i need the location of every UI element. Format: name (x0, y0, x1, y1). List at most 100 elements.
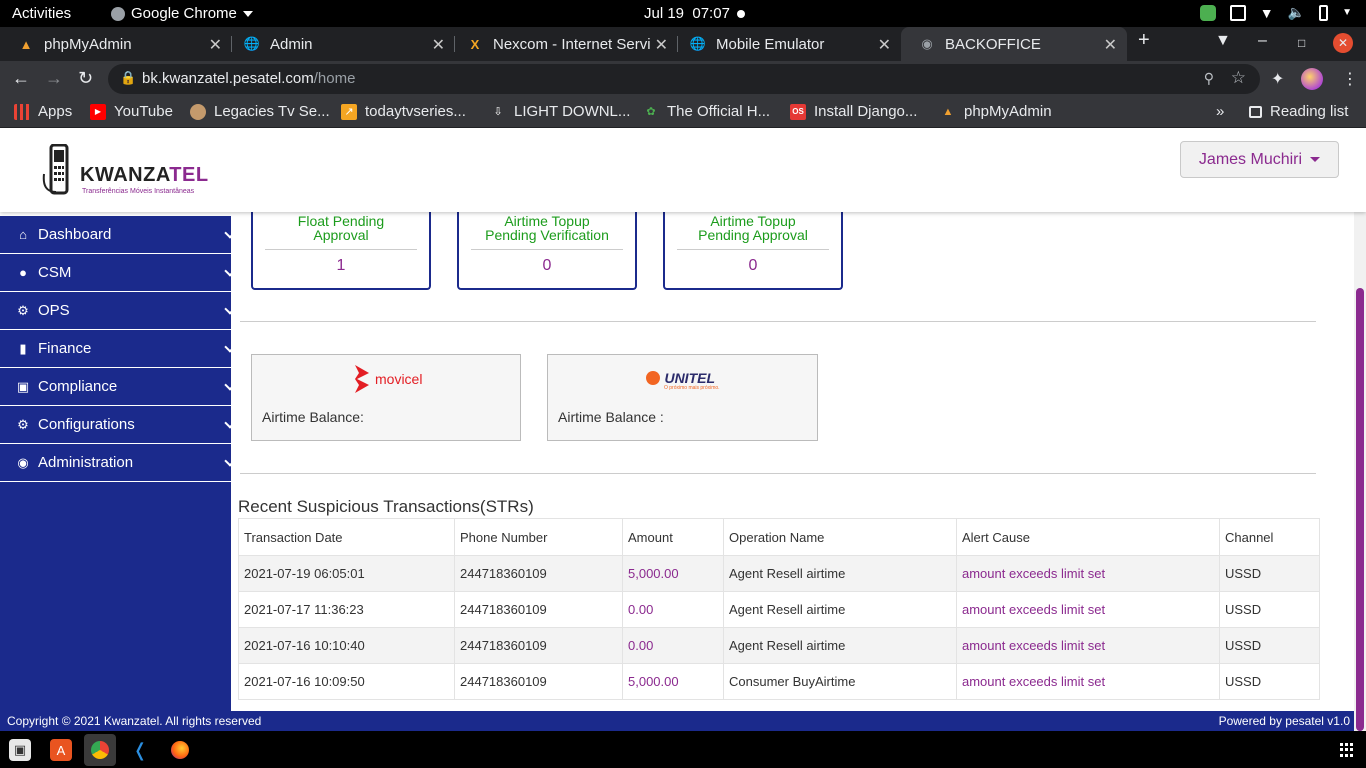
gear-icon: ⚙ (17, 302, 29, 318)
activities-button[interactable]: Activities (12, 5, 71, 22)
close-tab-icon[interactable]: ✕ (209, 35, 222, 55)
table-row: 2021-07-19 06:05:01 244718360109 5,000.0… (238, 555, 1320, 592)
extensions-icon[interactable]: ✦ (1271, 69, 1284, 89)
book-icon: ▮ (19, 340, 27, 356)
close-tab-icon[interactable]: ✕ (432, 35, 445, 55)
page-scrollbar[interactable] (1354, 212, 1366, 731)
lock-icon[interactable]: 🔒 (120, 70, 136, 86)
bookmark-install-django[interactable]: OS Install Django... (790, 103, 917, 120)
tab-mobile-emulator[interactable]: 🌐 Mobile Emulator ✕ (672, 27, 901, 61)
software-icon[interactable]: A (50, 739, 72, 761)
vscode-icon[interactable]: ❬ (129, 739, 151, 761)
key-icon[interactable]: ⚲ (1204, 70, 1214, 87)
minimize-button[interactable]: – (1258, 32, 1267, 50)
url-text[interactable]: bk.kwanzatel.pesatel.com/home (142, 70, 355, 87)
column-header[interactable]: Operation Name (723, 518, 957, 556)
sidebar-item-ops[interactable]: ⚙ OPS (0, 292, 236, 330)
tab-admin[interactable]: 🌐 Admin ✕ (226, 27, 455, 61)
battery-icon[interactable] (1319, 4, 1329, 21)
column-header[interactable]: Transaction Date (238, 518, 455, 556)
scrollbar-thumb[interactable] (1356, 288, 1364, 731)
download-icon: ⇩ (493, 106, 503, 118)
tab-nexcom[interactable]: X Nexcom - Internet Servi ✕ (449, 27, 678, 61)
time: 07:07 (692, 5, 730, 22)
maximize-button[interactable]: □ (1298, 36, 1305, 50)
stat-card-topup-verification[interactable]: Airtime Topup Pending Verification 0 (457, 202, 637, 290)
more-bookmarks-icon[interactable]: » (1216, 103, 1224, 120)
cell-date: 2021-07-17 11:36:23 (238, 591, 455, 628)
cell-channel: USSD (1219, 591, 1320, 628)
new-tab-button[interactable]: + (1138, 29, 1150, 52)
app-menu[interactable]: Google Chrome (111, 5, 253, 22)
reading-list-button[interactable]: Reading list (1249, 103, 1348, 120)
sidebar-item-csm[interactable]: ● CSM (0, 254, 236, 292)
tab-title: BACKOFFICE (945, 35, 1041, 53)
stat-label: Airtime Topup Pending Approval (698, 213, 808, 243)
date: Jul 19 (644, 5, 685, 22)
bookmark-legacies[interactable]: Legacies Tv Se... (190, 103, 330, 120)
column-header[interactable]: Alert Cause (956, 518, 1220, 556)
bookmark-todaytvseries[interactable]: ↗ todaytvseries... (341, 103, 466, 120)
cogs-icon: ⚙ (17, 416, 29, 432)
bookmark-youtube[interactable]: ▶ YouTube (90, 103, 173, 120)
column-header[interactable]: Amount (622, 518, 724, 556)
show-apps-icon[interactable] (1340, 743, 1354, 757)
stat-card-topup-approval[interactable]: Airtime Topup Pending Approval 0 (663, 202, 843, 290)
bookmark-phpmyadmin[interactable]: ▲ phpMyAdmin (940, 103, 1052, 120)
powered-by-text: Powered by pesatel v1.0 (1218, 714, 1350, 728)
unitel-logo-icon (646, 370, 660, 385)
table-row: 2021-07-17 11:36:23 244718360109 0.00 Ag… (238, 591, 1320, 628)
close-tab-icon[interactable]: ✕ (655, 35, 668, 55)
files-icon[interactable]: ▣ (9, 739, 31, 761)
cell-operation: Agent Resell airtime (723, 555, 957, 592)
divider (471, 249, 623, 250)
brand-tagline: Transferências Móveis Instantâneas (82, 188, 195, 195)
chrome-menu-icon[interactable]: ⋮ (1342, 69, 1358, 89)
column-header[interactable]: Channel (1219, 518, 1320, 556)
balance-card-movicel: movicel Airtime Balance: (251, 354, 521, 441)
close-tab-icon[interactable]: ✕ (1104, 35, 1117, 55)
cell-alert-cause: amount exceeds limit set (956, 627, 1220, 664)
power-menu-icon[interactable]: ▼ (1342, 7, 1352, 18)
forward-icon[interactable]: → (45, 68, 63, 89)
close-tab-icon[interactable]: ✕ (878, 35, 891, 55)
phpmyadmin-icon: ▲ (942, 105, 954, 118)
wifi-icon[interactable]: ▼ (1260, 5, 1274, 21)
cell-date: 2021-07-16 10:09:50 (238, 663, 455, 700)
system-top-bar: Activities Google Chrome Jul 19 07:07 ▼ … (0, 0, 1366, 27)
system-tray[interactable]: ▼ 🔈 ▼ (1199, 4, 1352, 21)
update-icon[interactable] (1199, 4, 1216, 21)
sidebar-item-administration[interactable]: ◉ Administration (0, 444, 236, 482)
reload-icon[interactable]: ↻ (78, 68, 93, 89)
sidebar-item-configurations[interactable]: ⚙ Configurations (0, 406, 236, 444)
firefox-icon[interactable] (169, 739, 191, 761)
sidebar-item-compliance[interactable]: ▣ Compliance (0, 368, 236, 406)
screen-share-icon[interactable] (1229, 4, 1246, 21)
kwanzatel-logo[interactable]: KWANZATEL Transferências Móveis Instantâ… (40, 144, 210, 200)
copyright-text: Copyright © 2021 Kwanzatel. All rights r… (7, 714, 262, 728)
sidebar: ⌂ Dashboard ● CSM ⚙ OPS ▮ Finance ▣ Comp… (0, 216, 236, 731)
user-menu-button[interactable]: James Muchiri (1180, 141, 1339, 178)
cell-amount: 0.00 (622, 627, 724, 664)
close-window-button[interactable]: ✕ (1333, 33, 1353, 53)
sidebar-item-dashboard[interactable]: ⌂ Dashboard (0, 216, 236, 254)
profile-avatar[interactable] (1301, 68, 1323, 90)
bookmark-official[interactable]: ✿ The Official H... (643, 103, 770, 120)
address-bar[interactable]: 🔒 bk.kwanzatel.pesatel.com/home ⚲ ☆ (108, 64, 1260, 94)
volume-icon[interactable]: 🔈 (1288, 4, 1305, 21)
bookmark-light-download[interactable]: ⇩ LIGHT DOWNL... (490, 103, 630, 120)
tab-backoffice[interactable]: ◉ BACKOFFICE ✕ (901, 27, 1127, 61)
cell-channel: USSD (1219, 627, 1320, 664)
tab-search-icon[interactable]: ▼ (1215, 32, 1231, 50)
cell-amount: 5,000.00 (622, 663, 724, 700)
bookmark-apps[interactable]: Apps (14, 103, 72, 120)
chrome-icon[interactable] (84, 734, 116, 766)
tab-phpmyadmin[interactable]: ▲ phpMyAdmin ✕ (0, 27, 232, 61)
user-name: James Muchiri (1198, 150, 1303, 168)
bookmark-star-icon[interactable]: ☆ (1231, 68, 1246, 88)
column-header[interactable]: Phone Number (454, 518, 623, 556)
clock[interactable]: Jul 19 07:07 (644, 5, 730, 22)
stat-card-float-pending[interactable]: Float Pending Approval 1 (251, 202, 431, 290)
sidebar-item-finance[interactable]: ▮ Finance (0, 330, 236, 368)
back-icon[interactable]: ← (12, 68, 30, 89)
